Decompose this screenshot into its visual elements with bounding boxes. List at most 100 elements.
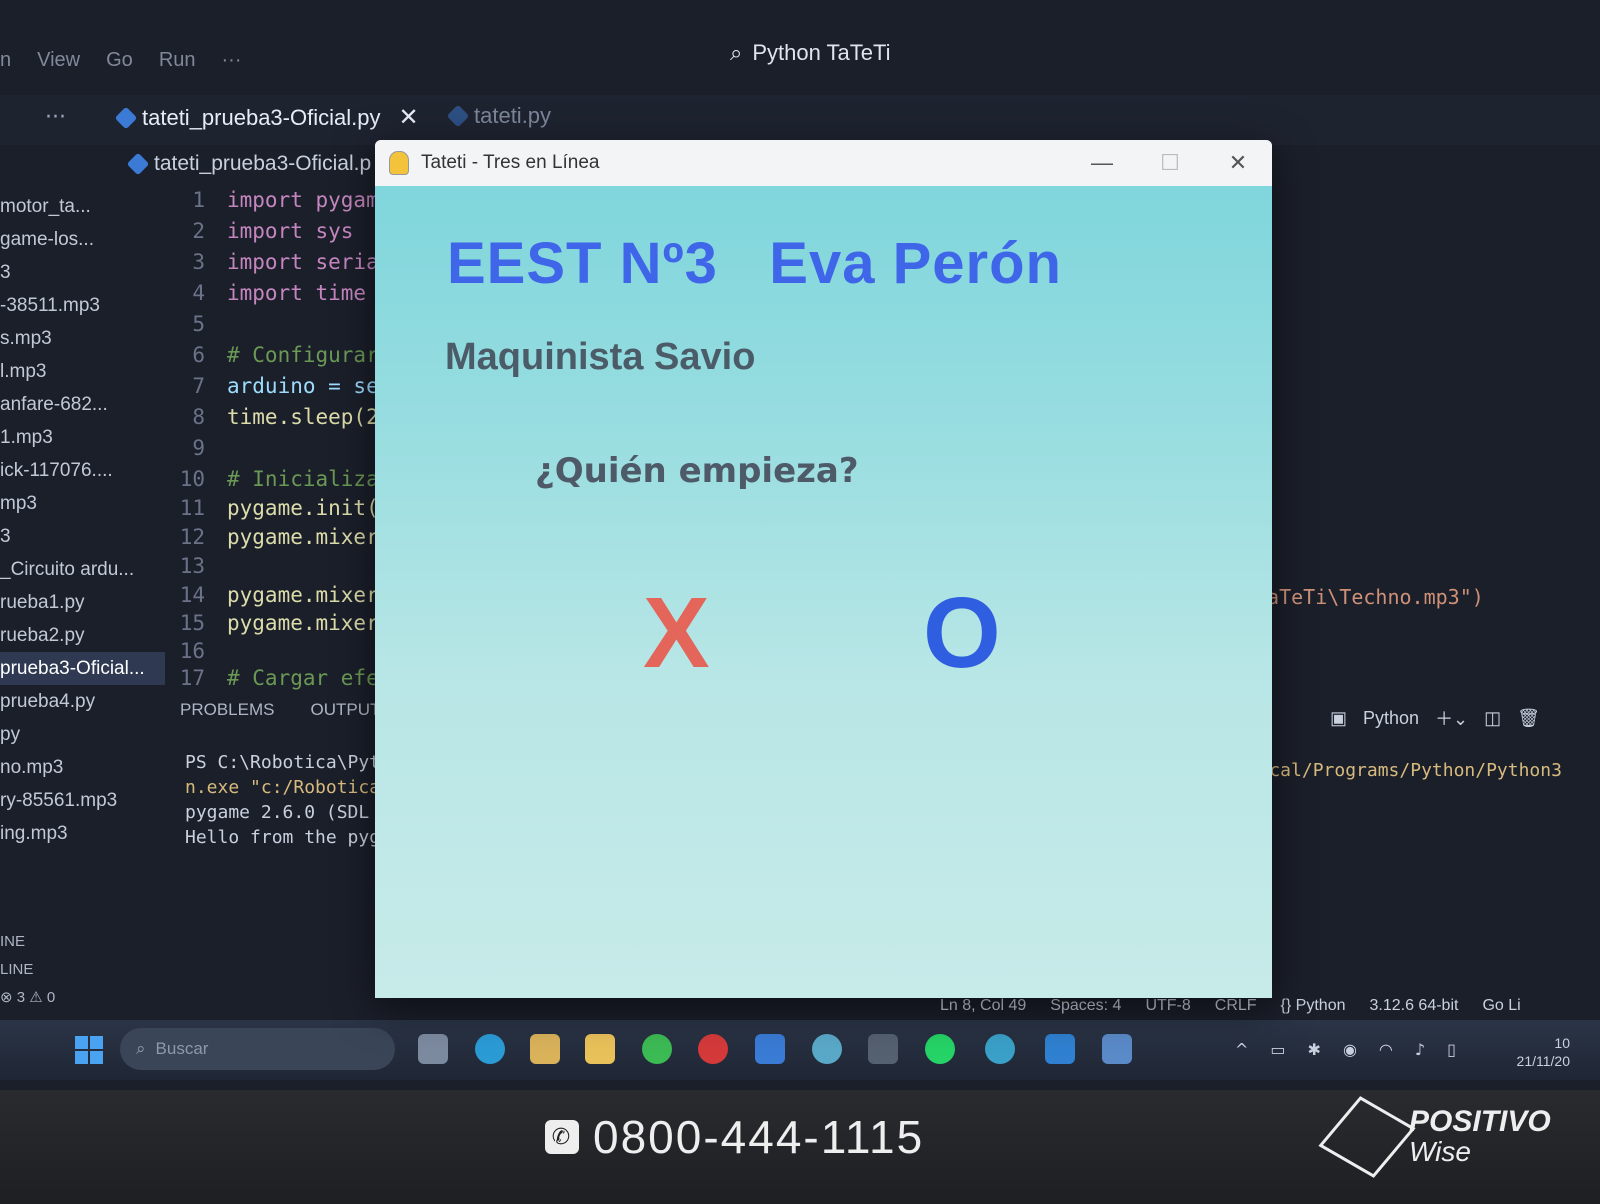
menu-item-run[interactable]: Run xyxy=(159,49,196,72)
whatsapp-icon[interactable] xyxy=(925,1034,955,1064)
status-cursor-position[interactable]: Ln 8, Col 49 xyxy=(940,997,1026,1015)
code-line: 17 # Cargar efec xyxy=(179,666,392,690)
status-language[interactable]: {} Python xyxy=(1281,997,1346,1015)
menu-item-view[interactable]: View xyxy=(37,49,80,72)
terminal-app-icon[interactable] xyxy=(868,1034,898,1064)
status-interpreter[interactable]: 3.12.6 64-bit xyxy=(1370,997,1459,1015)
brand-model: Wise xyxy=(1409,1136,1471,1167)
file-item[interactable]: py xyxy=(0,718,165,751)
close-icon[interactable]: ✕ xyxy=(1204,140,1272,186)
choose-x-button[interactable]: X xyxy=(643,576,710,691)
tab-tateti[interactable]: tateti.py xyxy=(446,103,552,129)
code-line: 12 pygame.mixer. xyxy=(179,525,392,549)
python-file-icon xyxy=(446,104,470,128)
volume-icon[interactable]: ♪ xyxy=(1415,1040,1425,1059)
game-window-title: Tateti - Tres en Línea xyxy=(421,152,600,173)
file-item[interactable]: rueba2.py xyxy=(0,619,165,652)
search-placeholder: Buscar xyxy=(155,1039,209,1058)
choose-o-button[interactable]: O xyxy=(923,576,1001,691)
maximize-icon[interactable]: ☐ xyxy=(1136,140,1204,186)
file-item[interactable]: prueba4.py xyxy=(0,685,165,718)
file-item[interactable]: ry-85561.mp3 xyxy=(0,784,165,817)
timeline-section[interactable]: LINE xyxy=(0,956,55,984)
bluetooth-icon[interactable]: ✱ xyxy=(1308,1040,1321,1059)
file-item[interactable]: game-los... xyxy=(0,223,165,256)
menu-more[interactable]: ··· xyxy=(222,49,242,72)
split-terminal-icon[interactable]: ◫ xyxy=(1484,708,1501,729)
status-eol[interactable]: CRLF xyxy=(1215,997,1257,1015)
file-item[interactable]: 3 xyxy=(0,256,165,289)
terminal-shell-label[interactable]: Python xyxy=(1363,708,1419,729)
store-icon[interactable] xyxy=(530,1034,560,1064)
wifi-icon[interactable]: ◠ xyxy=(1379,1040,1393,1059)
file-item[interactable]: anfare-682... xyxy=(0,388,165,421)
edge-icon[interactable] xyxy=(475,1034,505,1064)
edge-tray-icon[interactable]: ◉ xyxy=(1343,1040,1357,1059)
breadcrumb[interactable]: tateti_prueba3-Oficial.p xyxy=(126,152,372,176)
code-line: 9 xyxy=(192,436,205,460)
chrome-icon[interactable] xyxy=(642,1034,672,1064)
file-item[interactable]: 3 xyxy=(0,520,165,553)
status-go-live[interactable]: Go Li xyxy=(1482,997,1520,1015)
code-line: 14 pygame.mixer.r xyxy=(179,583,405,607)
arduino-icon[interactable] xyxy=(985,1034,1015,1064)
windows-taskbar: ⌕ Buscar ^ ▭ ✱ ◉ ◠ ♪ ▯ 10 21/11/20 xyxy=(0,1020,1600,1080)
command-center[interactable]: ⌕ Python TaTeTi xyxy=(730,40,891,66)
explorer-more-icon[interactable]: ··· xyxy=(45,105,66,130)
taskbar-clock[interactable]: 10 21/11/20 xyxy=(1500,1034,1570,1070)
support-phone-number: 0800-444-1115 xyxy=(593,1111,925,1163)
battery-icon[interactable]: ▯ xyxy=(1447,1040,1456,1059)
tab-tateti-prueba3[interactable]: tateti_prueba3-Oficial.py ✕ xyxy=(114,103,419,132)
status-indentation[interactable]: Spaces: 4 xyxy=(1050,997,1121,1015)
code-line: 8 time.sleep(2) xyxy=(192,405,392,429)
file-item[interactable]: mp3 xyxy=(0,487,165,520)
file-item[interactable]: s.mp3 xyxy=(0,322,165,355)
tray-app-icon[interactable]: ▭ xyxy=(1270,1040,1285,1059)
python-app-icon[interactable] xyxy=(1102,1034,1132,1064)
vscode-icon[interactable] xyxy=(1045,1034,1075,1064)
file-item[interactable]: motor_ta... xyxy=(0,190,165,223)
minimize-icon[interactable]: — xyxy=(1068,140,1136,186)
terminal-output-right: a/Local/Programs/Python/Python3 py" xyxy=(1226,758,1562,808)
file-explorer-icon[interactable] xyxy=(585,1034,615,1064)
clock-date: 21/11/20 xyxy=(1516,1053,1570,1069)
python-file-icon xyxy=(126,152,150,176)
opera-icon[interactable] xyxy=(698,1034,728,1064)
file-item[interactable]: 1.mp3 xyxy=(0,421,165,454)
chevron-up-icon[interactable]: ^ xyxy=(1235,1040,1248,1059)
system-tray: ^ ▭ ✱ ◉ ◠ ♪ ▯ xyxy=(1235,1040,1456,1059)
code-line: 3 import serial xyxy=(192,250,392,274)
trash-icon[interactable]: 🗑 xyxy=(1517,708,1540,729)
code-line: 10 # Inicializar xyxy=(179,467,392,491)
code-line: 11 pygame.init() xyxy=(179,496,392,520)
file-item[interactable]: -38511.mp3 xyxy=(0,289,165,322)
add-terminal-icon[interactable]: ＋⌄ xyxy=(1435,705,1468,731)
code-line: 5 xyxy=(192,312,205,336)
search-icon: ⌕ xyxy=(730,40,743,65)
file-item[interactable]: _Circuito ardu... xyxy=(0,553,165,586)
windows-start-icon[interactable] xyxy=(75,1036,103,1064)
file-item[interactable]: ick-117076.... xyxy=(0,454,165,487)
game-window: Tateti - Tres en Línea — ☐ ✕ EEST Nº3 Ev… xyxy=(375,140,1272,998)
tab-problems[interactable]: PROBLEMS xyxy=(180,700,274,720)
menu-item-go[interactable]: Go xyxy=(106,49,133,72)
task-view-icon[interactable] xyxy=(418,1034,448,1064)
brand-logo: POSITIVO Wise xyxy=(1318,1096,1551,1178)
file-item[interactable]: rueba1.py xyxy=(0,586,165,619)
app-icon[interactable] xyxy=(755,1034,785,1064)
tab-label: tateti.py xyxy=(474,103,552,128)
menu-item-partial[interactable]: n xyxy=(0,49,11,72)
close-icon[interactable]: ✕ xyxy=(398,103,418,132)
app-icon[interactable] xyxy=(812,1034,842,1064)
game-window-titlebar[interactable]: Tateti - Tres en Línea — ☐ ✕ xyxy=(375,140,1272,186)
file-item[interactable]: no.mp3 xyxy=(0,751,165,784)
school-title: EEST Nº3 Eva Perón xyxy=(447,231,1062,296)
tab-output[interactable]: OUTPUT xyxy=(310,700,380,720)
file-item[interactable]: ing.mp3 xyxy=(0,817,165,850)
taskbar-search[interactable]: ⌕ Buscar xyxy=(120,1028,395,1070)
breadcrumb-file: tateti_prueba3-Oficial.p xyxy=(154,152,372,175)
outline-section[interactable]: INE xyxy=(0,928,55,956)
file-item[interactable]: l.mp3 xyxy=(0,355,165,388)
file-item-selected[interactable]: prueba3-Oficial... xyxy=(0,652,165,685)
status-encoding[interactable]: UTF-8 xyxy=(1145,997,1190,1015)
